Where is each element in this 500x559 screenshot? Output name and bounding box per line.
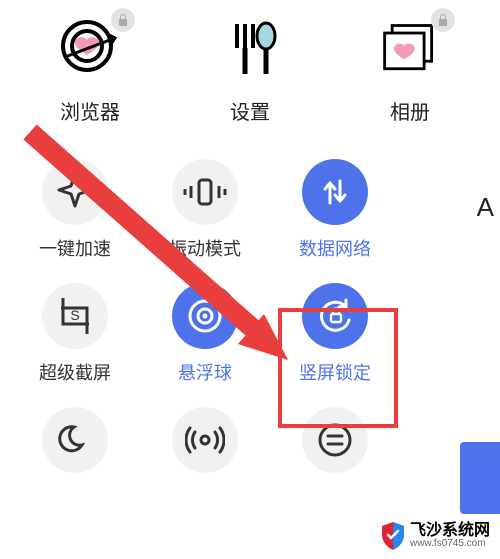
app-label: 浏览器	[60, 96, 120, 125]
moon-icon	[42, 407, 108, 473]
qs-hotspot[interactable]	[140, 407, 270, 473]
qs-label: 超级截屏	[39, 359, 111, 385]
qs-label: 一键加速	[39, 235, 111, 261]
cutlery-icon	[219, 18, 281, 80]
qs-super-screenshot[interactable]: S 超级截屏	[10, 283, 140, 385]
qs-label: 竖屏锁定	[299, 359, 371, 385]
qs-label: 悬浮球	[178, 359, 232, 385]
quick-settings-grid: 一键加速 振动模式 数据网络 S 超级截屏 悬浮球	[0, 135, 500, 489]
lines-icon	[302, 407, 368, 473]
vibrate-icon	[172, 159, 238, 225]
side-handle[interactable]	[460, 442, 500, 514]
target-heart-icon	[59, 18, 121, 80]
lock-icon	[111, 8, 135, 32]
qs-night-mode[interactable]	[10, 407, 140, 473]
qs-label: 振动模式	[169, 235, 241, 261]
target-ring-icon	[172, 283, 238, 349]
app-gallery[interactable]: 相册	[355, 18, 465, 125]
hotspot-icon	[172, 407, 238, 473]
app-row: 浏览器 设置 相册	[0, 0, 500, 135]
orientation-lock-icon	[302, 283, 368, 349]
qs-boost[interactable]: 一键加速	[10, 159, 140, 261]
app-label: 相册	[390, 96, 430, 125]
svg-text:S: S	[70, 307, 79, 323]
qs-data[interactable]: 数据网络	[270, 159, 400, 261]
qs-vibrate[interactable]: 振动模式	[140, 159, 270, 261]
watermark-title: 飞沙系统网	[410, 523, 490, 540]
qs-floating-ball[interactable]: 悬浮球	[140, 283, 270, 385]
photo-stack-icon	[379, 18, 441, 80]
watermark: 飞沙系统网 www.fs0745.com	[376, 519, 494, 553]
qs-portrait-lock[interactable]: 竖屏锁定	[270, 283, 400, 385]
qs-more[interactable]	[270, 407, 400, 473]
app-label: 设置	[230, 96, 270, 125]
watermark-sub: www.fs0745.com	[410, 539, 490, 549]
qs-row	[10, 401, 490, 489]
text-size-indicator[interactable]: A	[477, 192, 494, 223]
app-settings[interactable]: 设置	[195, 18, 305, 125]
qs-row: 一键加速 振动模式 数据网络	[10, 153, 490, 277]
shield-icon	[380, 521, 406, 551]
sparkle-icon	[42, 159, 108, 225]
data-arrows-icon	[302, 159, 368, 225]
crop-s-icon: S	[42, 283, 108, 349]
lock-icon	[431, 8, 455, 32]
qs-row: S 超级截屏 悬浮球 竖屏锁定	[10, 277, 490, 401]
qs-label: 数据网络	[299, 235, 371, 261]
app-browser[interactable]: 浏览器	[35, 18, 145, 125]
